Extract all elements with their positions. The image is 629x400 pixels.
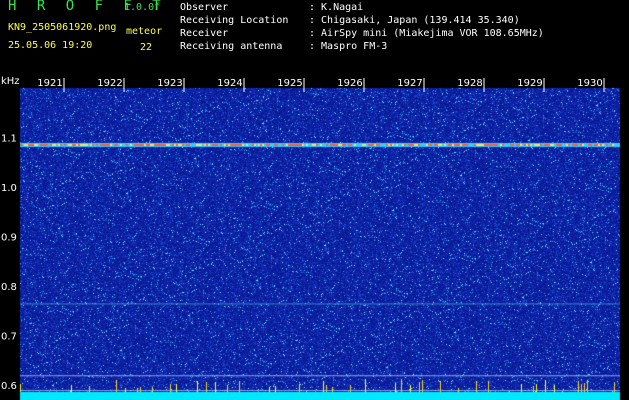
y-tick-label: 0.8 [1,282,17,293]
observer-value: : K.Nagai [309,2,364,13]
x-tick-label: 1923 [157,78,182,89]
y-tick-label: 1.0 [1,183,17,194]
header-panel: H R O F F T 1.0.0f KN9_2505061920.png me… [0,0,629,74]
y-axis-ticks: 1.1 1.0 0.9 0.8 0.7 0.6 [1,134,17,393]
x-tick-label: 1927 [397,78,422,89]
antenna-label: Receiving antenna [180,41,283,52]
x-tick-label: 1930 [577,78,602,89]
y-tick-label: 0.9 [1,233,17,244]
meteor-label: meteor [126,26,163,37]
timestamp: 25.05.06 19:20 [8,40,93,51]
receiver-value: : AirSpy mini (Miakejima VOR 108.65MHz) [309,28,544,39]
x-tick-label: 1929 [517,78,542,89]
y-axis-unit: kHz [1,76,20,87]
x-axis-ticks: 1921 1922 1923 1924 1925 1926 1927 1928 1929 1930 [37,78,605,92]
y-tick-label: 1.1 [1,134,17,145]
x-tick-label: 1928 [457,78,482,89]
meteor-count: 22 [140,42,153,53]
file-name: KN9_2505061920.png [8,22,117,33]
observer-label: Observer [180,2,229,13]
y-tick-label: 0.6 [1,381,17,392]
location-label: Receiving Location [180,15,289,26]
receiver-label: Receiver [180,28,229,39]
antenna-value: : Maspro FM-3 [309,41,388,52]
x-tick-label: 1921 [37,78,62,89]
y-tick-label: 0.7 [1,332,17,343]
spectrogram-area: kHz 1921 1922 1923 1924 1925 1926 1927 1928 1929… [0,74,629,400]
x-tick-label: 1924 [217,78,242,89]
x-tick-label: 1925 [277,78,302,89]
x-tick-label: 1922 [97,78,122,89]
axis-overlay: kHz 1921 1922 1923 1924 1925 1926 1927 1928 1929… [1,76,605,393]
app-version: 1.0.0f [124,2,161,13]
x-tick-label: 1926 [337,78,362,89]
location-value: : Chigasaki, Japan (139.414 35.340) [309,15,520,26]
